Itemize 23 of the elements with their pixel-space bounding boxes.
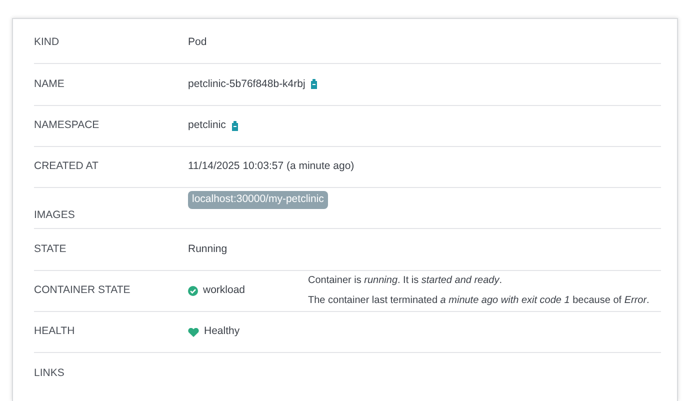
field-label: STATE	[34, 242, 68, 257]
copy-icon[interactable]	[310, 79, 318, 90]
field-label: LINKS	[34, 366, 66, 382]
field-label: CONTAINER STATE	[34, 283, 132, 298]
status-message: The container last terminated a minute ago with exit code 1 because of Error.	[308, 294, 650, 308]
heart-icon	[188, 328, 199, 337]
field-label: NAMESPACE	[34, 118, 100, 133]
field-label: IMAGES	[34, 208, 76, 224]
container-name: workload	[203, 283, 246, 298]
image-tag: localhost:30000/my-petclinic	[188, 191, 328, 209]
status-message: Container is running. It is started and ready.	[308, 274, 504, 288]
field-value: Pod	[188, 35, 207, 50]
field-value: petclinic	[188, 118, 226, 133]
field-label: KIND	[34, 35, 60, 50]
health-status: Healthy	[204, 324, 240, 340]
field-value: petclinic-5b76f848b-k4rbj	[188, 76, 306, 92]
field-label: HEALTH	[34, 324, 76, 340]
check-circle-icon	[188, 286, 198, 296]
copy-icon[interactable]	[230, 120, 239, 131]
field-label: CREATED AT	[34, 159, 100, 174]
field-label: NAME	[34, 76, 66, 92]
field-value: 11/14/2025 10:03:57 (a minute ago)	[188, 159, 354, 174]
field-value: Running	[188, 242, 228, 257]
